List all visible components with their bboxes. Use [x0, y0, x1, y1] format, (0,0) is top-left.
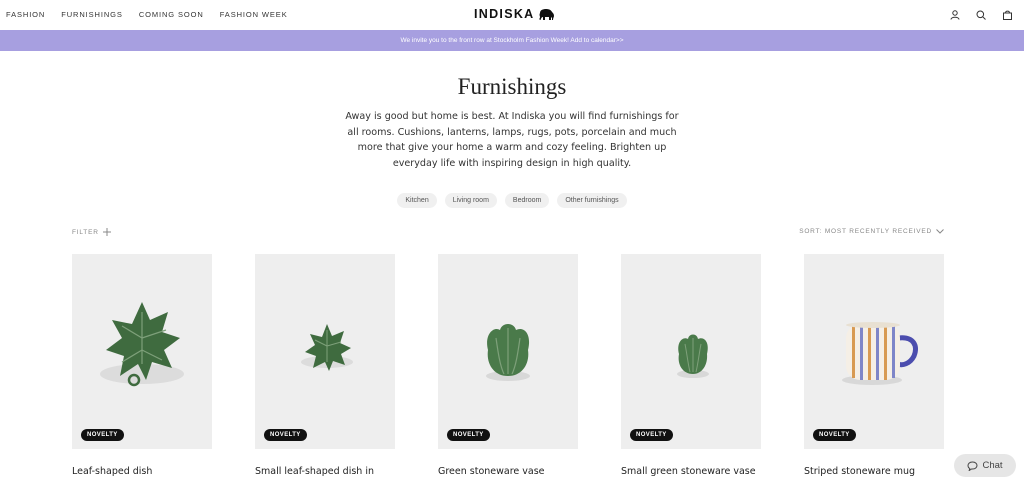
- announcement-bar[interactable]: We invite you to the front row at Stockh…: [0, 30, 1024, 51]
- chevron-down-icon: [936, 229, 944, 234]
- category-living-room[interactable]: Living room: [444, 193, 497, 208]
- striped-mug-image: [842, 322, 918, 385]
- filter-label: FILTER: [72, 228, 99, 236]
- category-filters: Kitchen Living room Bedroom Other furnis…: [0, 193, 1024, 208]
- nav-fashion[interactable]: FASHION: [6, 10, 45, 19]
- search-icon[interactable]: [976, 9, 986, 20]
- category-bedroom[interactable]: Bedroom: [504, 193, 550, 208]
- product-name[interactable]: Striped stoneware mug: [804, 466, 944, 477]
- site-logo[interactable]: INDISKA: [474, 7, 555, 21]
- product-image[interactable]: NOVELTY: [621, 254, 761, 449]
- main-nav: FASHION FURNISHINGS COMING SOON FASHION …: [6, 10, 304, 19]
- novelty-badge: NOVELTY: [264, 429, 307, 441]
- product-image[interactable]: NOVELTY: [255, 254, 395, 449]
- product-name[interactable]: Leaf-shaped dish: [72, 466, 212, 477]
- nav-fashion-week[interactable]: FASHION WEEK: [220, 10, 288, 19]
- novelty-badge: NOVELTY: [813, 429, 856, 441]
- sort-dropdown[interactable]: SORT: MOST RECENTLY RECEIVED: [799, 228, 944, 235]
- chat-label: Chat: [982, 460, 1003, 471]
- novelty-badge: NOVELTY: [630, 429, 673, 441]
- sort-label: SORT: MOST RECENTLY RECEIVED: [799, 228, 932, 235]
- logo-text: INDISKA: [474, 7, 535, 21]
- category-other-furnishings[interactable]: Other furnishings: [557, 193, 627, 208]
- account-icon[interactable]: [950, 9, 960, 20]
- site-header: FASHION FURNISHINGS COMING SOON FASHION …: [0, 0, 1024, 30]
- category-kitchen[interactable]: Kitchen: [397, 193, 437, 208]
- page-title: Furnishings: [457, 74, 567, 99]
- small-green-vase-image: [677, 334, 709, 378]
- elephant-icon: [538, 8, 554, 20]
- chat-button[interactable]: Chat: [954, 454, 1016, 477]
- product-image[interactable]: NOVELTY: [72, 254, 212, 449]
- product-name[interactable]: Small leaf-shaped dish in: [255, 466, 395, 477]
- product-card[interactable]: NOVELTY Striped stoneware mug: [804, 254, 944, 477]
- product-card[interactable]: NOVELTY Leaf-shaped dish: [72, 254, 212, 477]
- plus-icon: [102, 228, 111, 236]
- nav-furnishings[interactable]: FURNISHINGS: [61, 10, 123, 19]
- product-image[interactable]: NOVELTY: [438, 254, 578, 449]
- page-description: Away is good but home is best. At Indisk…: [345, 111, 679, 169]
- bag-icon[interactable]: [1002, 9, 1012, 20]
- product-name[interactable]: Green stoneware vase: [438, 466, 578, 477]
- product-image[interactable]: NOVELTY: [804, 254, 944, 449]
- announcement-text[interactable]: We invite you to the front row at Stockh…: [400, 37, 623, 44]
- product-name[interactable]: Small green stoneware vase: [621, 466, 761, 477]
- product-card[interactable]: NOVELTY Small green stoneware vase: [621, 254, 761, 477]
- chat-bubble-icon: [967, 460, 978, 471]
- novelty-badge: NOVELTY: [447, 429, 490, 441]
- header-actions: [950, 9, 1012, 20]
- product-card[interactable]: NOVELTY Small leaf-shaped dish in: [255, 254, 395, 477]
- filter-button[interactable]: FILTER: [72, 228, 111, 236]
- small-leaf-dish-image: [301, 324, 353, 371]
- novelty-badge: NOVELTY: [81, 429, 124, 441]
- green-vase-image: [486, 324, 530, 381]
- nav-coming-soon[interactable]: COMING SOON: [139, 10, 204, 19]
- leaf-dish-image: [100, 302, 184, 387]
- product-card[interactable]: NOVELTY Green stoneware vase: [438, 254, 578, 477]
